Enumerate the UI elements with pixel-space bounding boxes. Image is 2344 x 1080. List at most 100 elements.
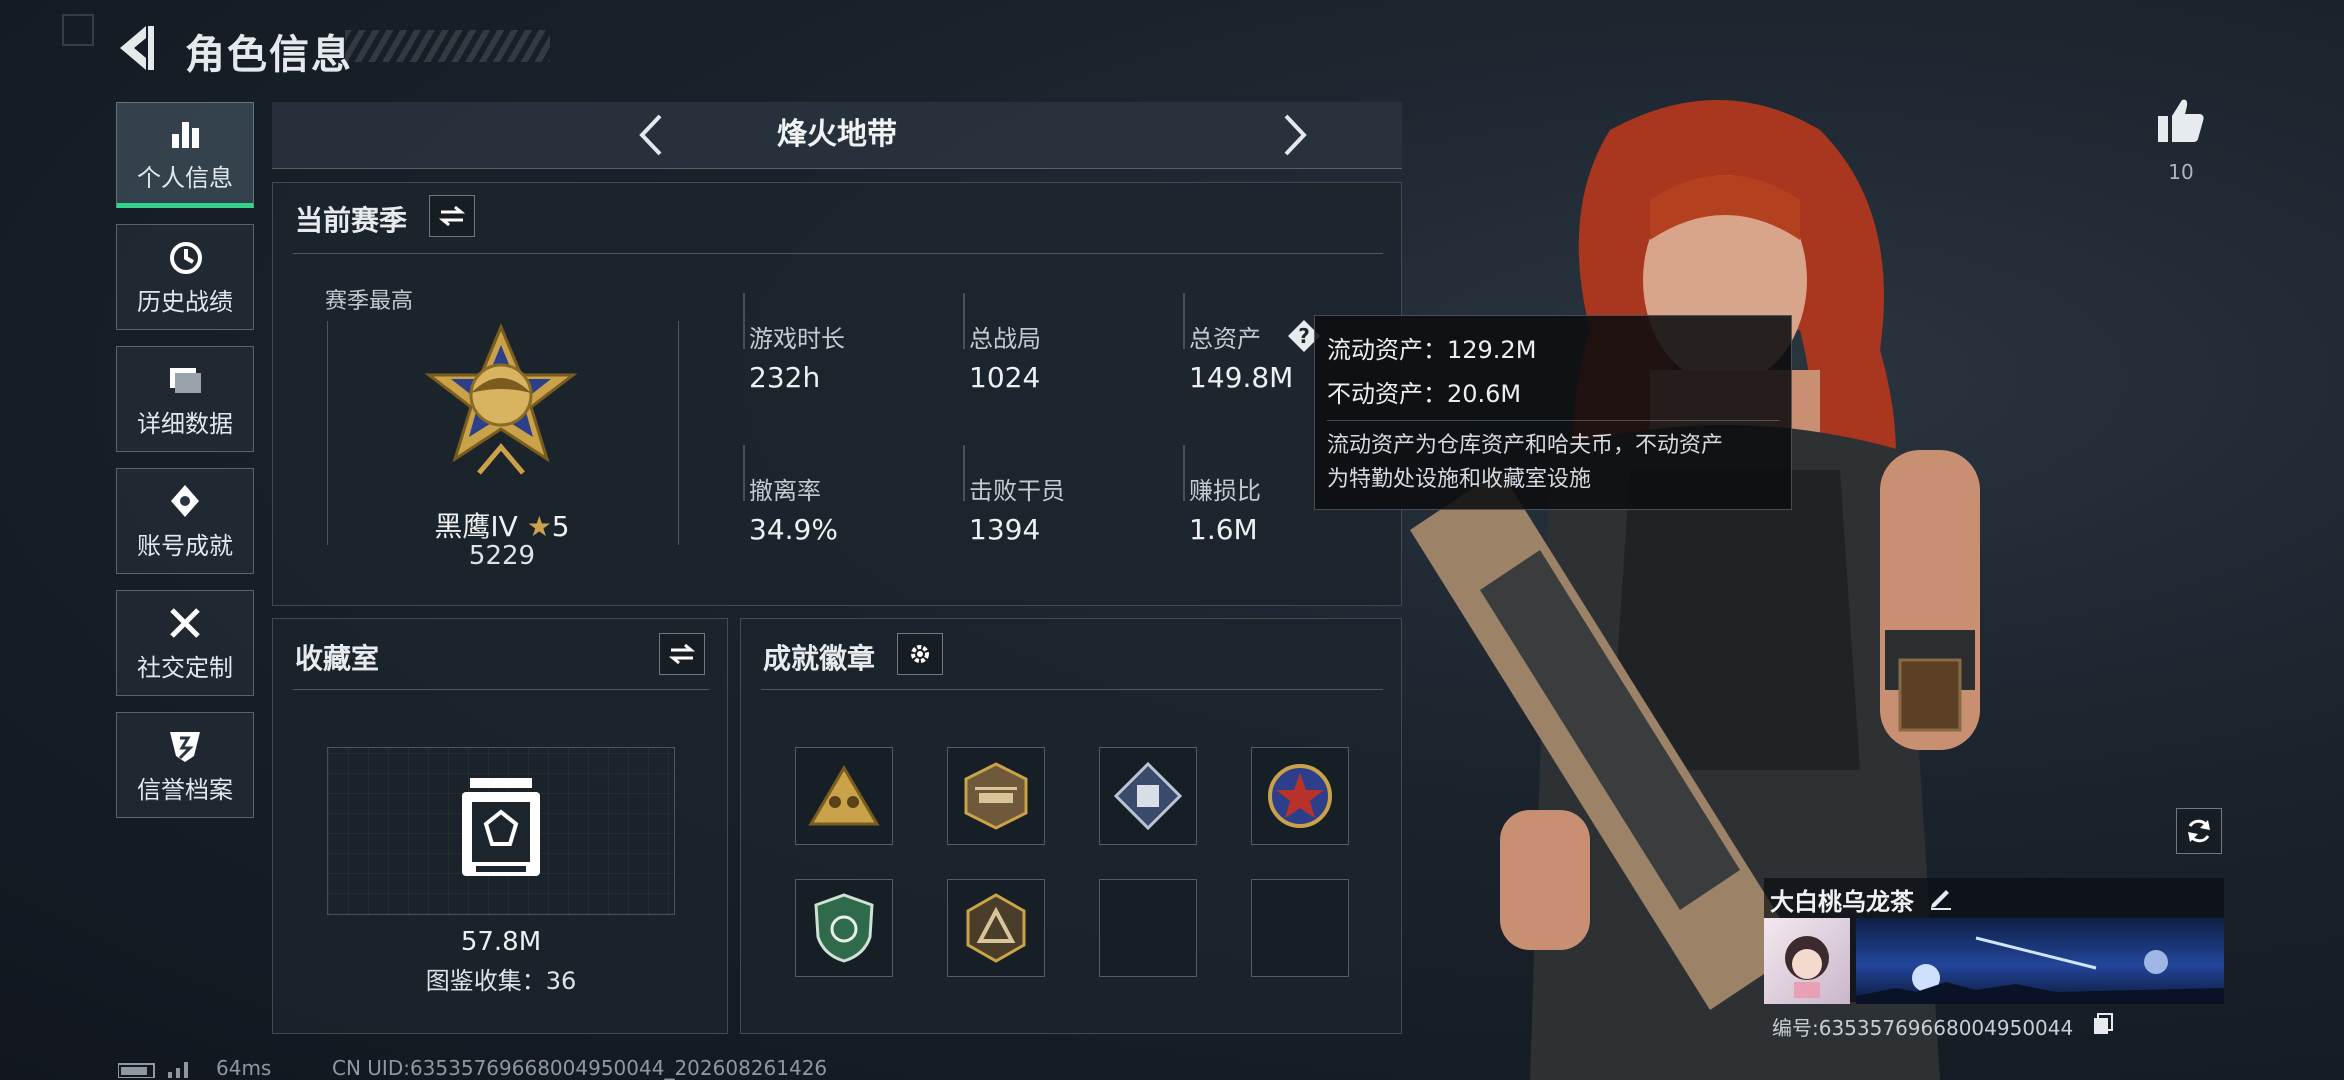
green-shield-badge bbox=[814, 893, 874, 963]
rank-medal-icon bbox=[424, 323, 578, 475]
rotate-button[interactable] bbox=[2176, 808, 2222, 854]
badge-slot-empty[interactable] bbox=[1251, 879, 1349, 977]
divider bbox=[743, 445, 745, 501]
refresh-icon bbox=[2188, 819, 2210, 843]
achievements-settings-button[interactable] bbox=[897, 633, 943, 675]
helicopter-badge bbox=[964, 762, 1028, 830]
ping-text: 64ms bbox=[216, 1056, 272, 1080]
nickname: 大白桃乌龙茶 bbox=[1770, 888, 1914, 916]
stat-label: 击败干员 bbox=[969, 477, 1065, 505]
sidebar-item-history[interactable]: 历史战绩 bbox=[116, 224, 254, 330]
tools-icon bbox=[170, 607, 200, 638]
collection-title: 收藏室 bbox=[295, 642, 380, 675]
divider bbox=[1183, 293, 1185, 349]
avatar[interactable] bbox=[1764, 918, 1850, 1004]
divider bbox=[743, 293, 745, 349]
collection-switch-button[interactable] bbox=[659, 633, 705, 675]
avatar-image bbox=[1785, 936, 1829, 998]
rank-name: 黑鹰IV bbox=[434, 510, 518, 543]
thumbs-up-icon[interactable] bbox=[2156, 96, 2206, 144]
sidebar-item-label: 账号成就 bbox=[137, 531, 233, 560]
reputation-icon bbox=[170, 731, 200, 762]
divider bbox=[761, 689, 1383, 690]
sidebar-item-profile[interactable]: 个人信息 bbox=[116, 102, 254, 208]
stat-value: 1024 bbox=[969, 361, 1041, 394]
season-best-label: 赛季最高 bbox=[325, 289, 414, 314]
rank-score: 5229 bbox=[468, 541, 536, 571]
assets-tooltip: 流动资产：129.2M 不动资产：20.6M 流动资产为仓库资产和哈夫币，不动资… bbox=[1314, 315, 1792, 510]
mode-selector: 烽火地带 bbox=[272, 102, 1402, 169]
sidebar-item-achievements[interactable]: 账号成就 bbox=[116, 468, 254, 574]
sidebar-item-label: 社交定制 bbox=[137, 653, 233, 682]
chevron-right-icon[interactable] bbox=[1274, 112, 1314, 158]
stat-value: 34.9% bbox=[749, 513, 838, 546]
gear-icon bbox=[911, 645, 929, 663]
sidebar-item-label: 信誉档案 bbox=[137, 775, 233, 804]
player-id: 编号:6353576966800495004​4 bbox=[1772, 1016, 2074, 1040]
title-decoration bbox=[345, 30, 550, 62]
badge-slot[interactable] bbox=[795, 879, 893, 977]
collection-catalog: 图鉴收集：36 bbox=[425, 967, 577, 995]
sidebar-item-social[interactable]: 社交定制 bbox=[116, 590, 254, 696]
back-arrow-icon[interactable] bbox=[112, 22, 160, 74]
badge-slot[interactable] bbox=[947, 879, 1045, 977]
corner-decoration bbox=[62, 14, 94, 46]
season-switch-button[interactable] bbox=[429, 195, 475, 237]
stat-label: 撤离率 bbox=[749, 477, 821, 505]
profile-banner[interactable] bbox=[1856, 918, 2224, 1004]
achievements-title: 成就徽章 bbox=[763, 642, 876, 675]
edit-icon[interactable] bbox=[1928, 884, 1954, 910]
sidebar-item-reputation[interactable]: 信誉档案 bbox=[116, 712, 254, 818]
star-icon: ★ bbox=[526, 510, 552, 543]
badge-slot[interactable] bbox=[1251, 747, 1349, 845]
switch-icon bbox=[669, 643, 695, 665]
history-icon bbox=[170, 241, 202, 274]
likes-count: 10 bbox=[2168, 160, 2194, 184]
tooltip-liquid: 流动资产：129.2M bbox=[1327, 336, 1537, 364]
svg-text:?: ? bbox=[1298, 324, 1310, 348]
battery-signal-icon bbox=[118, 1062, 188, 1078]
sidebar-item-label: 历史战绩 bbox=[137, 287, 233, 316]
rank-line: 黑鹰IV ★5 bbox=[273, 505, 731, 545]
badge-slot[interactable] bbox=[1099, 747, 1197, 845]
triangle-soldiers-badge bbox=[808, 765, 880, 826]
divider bbox=[963, 445, 965, 501]
page-title: 角色信息 bbox=[185, 32, 353, 78]
stat-label: 赚损比 bbox=[1189, 477, 1261, 505]
badge-slot[interactable] bbox=[795, 747, 893, 845]
stat-value: 1.6M bbox=[1189, 513, 1258, 546]
tooltip-desc-line2: 为特勤处设施和收藏室设施 bbox=[1327, 467, 1592, 492]
divider bbox=[293, 253, 1383, 254]
badge-slot[interactable] bbox=[947, 747, 1045, 845]
mode-label: 烽火地带 bbox=[777, 117, 897, 152]
folder-icon bbox=[170, 367, 201, 393]
stat-value: 232h bbox=[749, 361, 821, 394]
switch-icon bbox=[439, 205, 465, 227]
badge-slot-empty[interactable] bbox=[1099, 879, 1197, 977]
night-sky-banner bbox=[1856, 936, 2224, 1004]
stat-label: 总战局 bbox=[969, 325, 1041, 353]
divider bbox=[293, 689, 709, 690]
divider bbox=[1327, 420, 1779, 421]
star-roundel-badge bbox=[1268, 764, 1332, 828]
sidebar-item-label: 个人信息 bbox=[137, 163, 233, 192]
vault-icon bbox=[462, 778, 540, 876]
collection-preview[interactable] bbox=[327, 747, 675, 915]
diamond-crate-badge bbox=[1113, 761, 1183, 831]
triangle-emblem-badge bbox=[966, 893, 1026, 963]
collection-value: 57.8M bbox=[460, 927, 542, 957]
season-panel: 当前赛季 赛季最高 黑鹰IV ★5 5229 游戏时长 232h 总战局 102… bbox=[272, 182, 1402, 606]
stat-value: 149.8M bbox=[1189, 361, 1294, 394]
achievement-icon bbox=[171, 484, 199, 517]
sidebar-item-label: 详细数据 bbox=[137, 409, 233, 438]
copy-icon[interactable] bbox=[2092, 1012, 2114, 1036]
stat-label: 游戏时长 bbox=[749, 325, 845, 353]
divider bbox=[963, 293, 965, 349]
uid-text: CN UID:6353576966800495004​4_20260826142… bbox=[332, 1056, 828, 1080]
sidebar-item-details[interactable]: 详细数据 bbox=[116, 346, 254, 452]
divider bbox=[1183, 445, 1185, 501]
collection-panel: 收藏室 57.8M 图鉴收集：36 bbox=[272, 618, 728, 1034]
stat-label: 总资产 bbox=[1189, 325, 1261, 353]
rank-stars: 5 bbox=[551, 510, 570, 543]
bar-chart-icon bbox=[172, 121, 199, 148]
